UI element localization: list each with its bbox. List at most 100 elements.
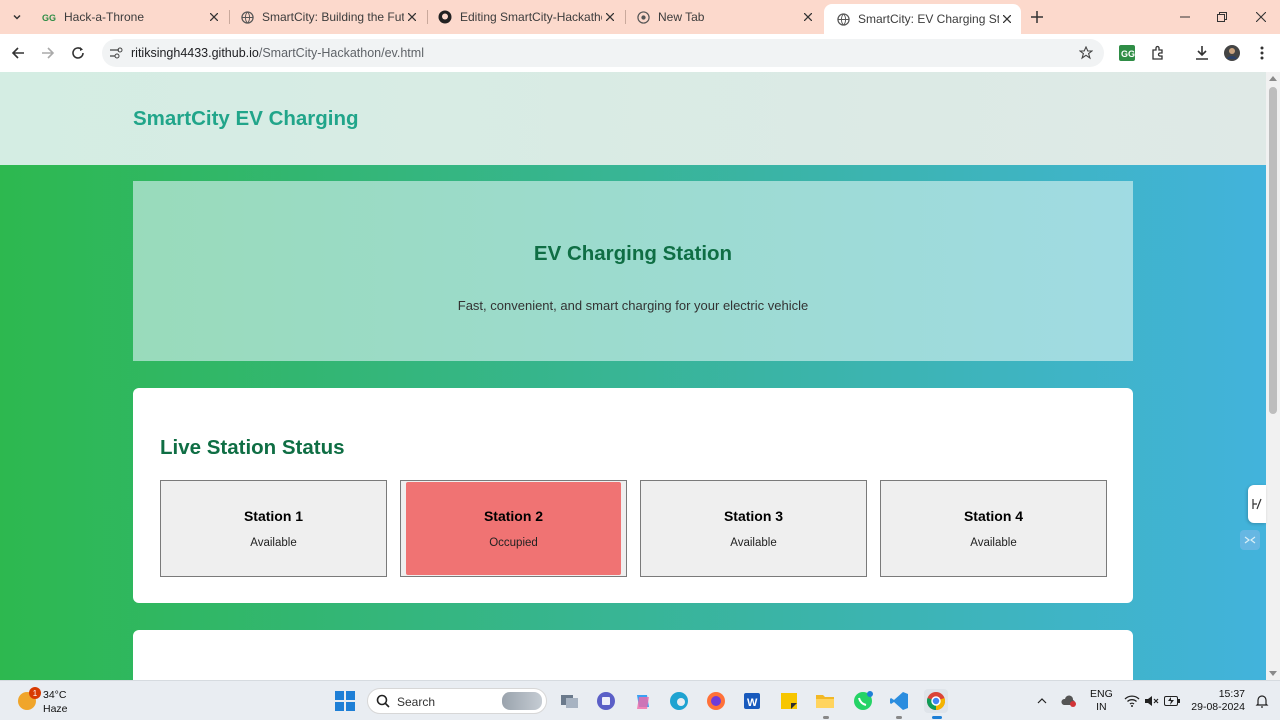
close-icon[interactable] bbox=[602, 9, 618, 25]
lang-region: IN bbox=[1096, 701, 1107, 713]
station-status: Available bbox=[970, 537, 1017, 549]
download-icon[interactable] bbox=[1192, 43, 1212, 63]
file-explorer-app[interactable] bbox=[813, 689, 837, 713]
minimize-button[interactable] bbox=[1176, 8, 1194, 26]
hero-section: EV Charging Station Fast, convenient, an… bbox=[133, 181, 1133, 361]
wifi-icon[interactable] bbox=[1124, 693, 1140, 709]
show-hidden-icons-button[interactable] bbox=[1034, 693, 1050, 709]
close-icon[interactable] bbox=[206, 9, 222, 25]
teams-icon bbox=[597, 692, 615, 710]
maximize-button[interactable] bbox=[1213, 8, 1231, 26]
chrome-icon bbox=[926, 692, 946, 710]
volume-muted-icon[interactable] bbox=[1144, 693, 1160, 709]
tab-hack-a-throne[interactable]: GG Hack-a-Throne bbox=[30, 0, 228, 34]
notifications-icon[interactable] bbox=[1254, 693, 1270, 709]
back-button[interactable] bbox=[8, 43, 28, 63]
search-label: Search bbox=[397, 695, 436, 709]
reload-button[interactable] bbox=[68, 43, 88, 63]
chevron-up-icon bbox=[1037, 698, 1047, 704]
firefox-app[interactable] bbox=[704, 689, 728, 713]
globe-icon bbox=[836, 12, 850, 26]
whatsapp-app[interactable] bbox=[851, 689, 875, 713]
minimize-icon bbox=[1180, 16, 1190, 18]
assistant-widget-icon[interactable] bbox=[1240, 530, 1260, 550]
arrow-right-icon bbox=[42, 47, 55, 59]
arrow-left-icon bbox=[11, 47, 24, 59]
tab-search-button[interactable] bbox=[6, 7, 28, 27]
tab-ev-charging-station[interactable]: SmartCity: EV Charging Station bbox=[824, 4, 1021, 34]
site-title[interactable]: SmartCity EV Charging bbox=[133, 107, 359, 131]
copilot-app[interactable] bbox=[631, 689, 655, 713]
copilot-icon bbox=[637, 695, 649, 709]
new-tab-button[interactable] bbox=[1028, 8, 1046, 26]
notification-badge: 1 bbox=[29, 687, 41, 699]
scroll-thumb[interactable] bbox=[1269, 87, 1277, 414]
sticky-notes-app[interactable] bbox=[777, 689, 801, 713]
station-name: Station 2 bbox=[483, 508, 544, 524]
language-indicator[interactable]: ENG IN bbox=[1090, 688, 1113, 714]
scroll-up-arrow-icon[interactable] bbox=[1269, 76, 1277, 81]
weather-condition: Haze bbox=[43, 703, 68, 715]
scroll-down-arrow-icon[interactable] bbox=[1269, 671, 1277, 676]
tab-title: SmartCity: Building the Future bbox=[262, 10, 404, 24]
search-highlight-image bbox=[502, 692, 542, 710]
gfg-icon: GG bbox=[42, 10, 56, 24]
close-window-button[interactable] bbox=[1252, 8, 1270, 26]
forward-button[interactable] bbox=[38, 43, 58, 63]
system-clock[interactable]: 15:37 29-08-2024 bbox=[1190, 688, 1245, 714]
close-icon[interactable] bbox=[800, 9, 816, 25]
url-text[interactable]: ritiksingh4433.github.io/SmartCity-Hacka… bbox=[131, 46, 424, 60]
translate-icon bbox=[1252, 498, 1262, 510]
page-scrollbar[interactable] bbox=[1266, 72, 1280, 680]
site-settings-icon[interactable] bbox=[108, 45, 124, 61]
start-button[interactable] bbox=[333, 689, 357, 713]
gfg-extension-icon[interactable]: GG bbox=[1117, 43, 1137, 63]
edge-app[interactable] bbox=[667, 689, 691, 713]
vscode-app[interactable] bbox=[887, 689, 911, 713]
chevron-down-icon bbox=[13, 14, 21, 20]
profile-avatar[interactable] bbox=[1222, 43, 1242, 63]
word-app[interactable]: W bbox=[740, 689, 764, 713]
tab-editing-github[interactable]: Editing SmartCity-Hackathon/R bbox=[426, 0, 624, 34]
chrome-app[interactable] bbox=[924, 689, 948, 713]
menu-kebab-icon[interactable] bbox=[1252, 43, 1272, 63]
station-card[interactable]: Station 4 Available bbox=[880, 480, 1107, 577]
station-status: Available bbox=[250, 537, 297, 549]
onedrive-icon[interactable] bbox=[1061, 693, 1077, 709]
taskbar: 1 34°C Haze Search W ENG IN 15:37 29-08-20… bbox=[0, 680, 1280, 720]
address-bar[interactable]: ritiksingh4433.github.io/SmartCity-Hacka… bbox=[102, 39, 1104, 67]
occupied-highlight bbox=[406, 482, 621, 575]
clock-time: 15:37 bbox=[1218, 688, 1245, 700]
station-card[interactable]: Station 2 Occupied bbox=[400, 480, 627, 577]
taskbar-search[interactable]: Search bbox=[367, 688, 547, 714]
extensions-icon[interactable] bbox=[1148, 43, 1168, 63]
close-icon[interactable] bbox=[404, 9, 420, 25]
station-card[interactable]: Station 3 Available bbox=[640, 480, 867, 577]
side-panel-tab[interactable] bbox=[1248, 485, 1266, 523]
station-status: Occupied bbox=[489, 537, 538, 549]
task-view-button[interactable] bbox=[558, 689, 582, 713]
svg-text:GG: GG bbox=[1121, 49, 1135, 59]
word-icon: W bbox=[744, 693, 760, 709]
bookmark-star-icon[interactable] bbox=[1078, 45, 1094, 61]
browser-toolbar: ritiksingh4433.github.io/SmartCity-Hacka… bbox=[0, 34, 1280, 72]
restore-icon bbox=[1217, 12, 1227, 22]
weather-widget[interactable]: 1 34°C Haze bbox=[14, 686, 74, 716]
tab-title: SmartCity: EV Charging Station bbox=[858, 12, 999, 26]
svg-text:GG: GG bbox=[42, 13, 56, 22]
edge-icon bbox=[670, 692, 688, 710]
chrome-icon bbox=[636, 10, 650, 24]
teams-app[interactable] bbox=[594, 689, 618, 713]
tab-new-tab[interactable]: New Tab bbox=[624, 0, 822, 34]
station-card[interactable]: Station 1 Available bbox=[160, 480, 387, 577]
close-icon[interactable] bbox=[999, 11, 1015, 27]
close-icon bbox=[1256, 12, 1266, 22]
station-name: Station 3 bbox=[723, 508, 784, 524]
svg-text:W: W bbox=[747, 697, 758, 709]
status-title: Live Station Status bbox=[160, 436, 345, 459]
site-header: SmartCity EV Charging bbox=[0, 72, 1266, 165]
battery-icon[interactable] bbox=[1164, 693, 1180, 709]
tab-smartcity-building[interactable]: SmartCity: Building the Future bbox=[228, 0, 426, 34]
page-viewport: SmartCity EV Charging EV Charging Statio… bbox=[0, 72, 1266, 680]
task-view-icon bbox=[561, 695, 578, 708]
